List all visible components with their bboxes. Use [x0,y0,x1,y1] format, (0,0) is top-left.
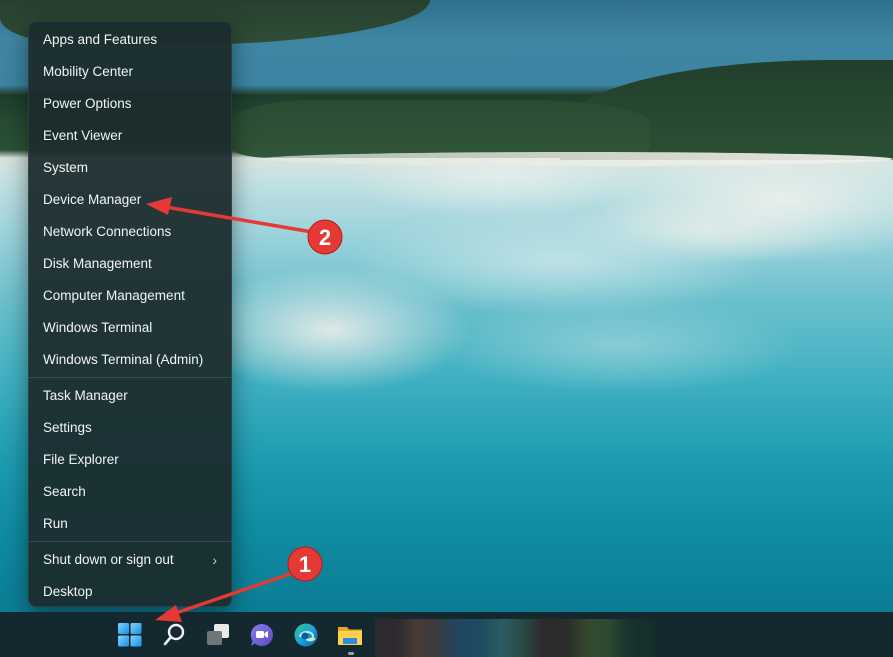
menu-item-windows-terminal-admin[interactable]: Windows Terminal (Admin) [29,344,231,376]
menu-item-label: Windows Terminal [43,320,153,335]
menu-item-label: Task Manager [43,388,128,403]
menu-separator [29,377,231,378]
windows-logo-icon [118,623,142,647]
menu-item-shut-down-or-sign-out[interactable]: Shut down or sign out › [29,544,231,576]
chat-button[interactable] [249,622,275,648]
edge-button[interactable] [293,622,319,648]
menu-item-apps-and-features[interactable]: Apps and Features [29,24,231,56]
menu-item-label: Desktop [43,584,93,599]
menu-item-mobility-center[interactable]: Mobility Center [29,56,231,88]
menu-item-computer-management[interactable]: Computer Management [29,280,231,312]
menu-item-system[interactable]: System [29,152,231,184]
wallpaper-beach [260,152,893,166]
teams-chat-icon [250,623,273,646]
menu-item-label: Network Connections [43,224,172,239]
menu-item-label: Device Manager [43,192,142,207]
menu-item-label: Computer Management [43,288,185,303]
start-button[interactable] [117,622,143,648]
folder-icon [338,627,362,645]
menu-item-disk-management[interactable]: Disk Management [29,248,231,280]
running-indicator [348,652,354,655]
menu-item-network-connections[interactable]: Network Connections [29,216,231,248]
menu-item-device-manager[interactable]: Device Manager [29,184,231,216]
task-view-icon [207,624,229,645]
menu-item-desktop[interactable]: Desktop [29,576,231,608]
task-view-button[interactable] [205,622,231,648]
menu-item-file-explorer[interactable]: File Explorer [29,444,231,476]
menu-item-label: Event Viewer [43,128,123,143]
menu-item-label: File Explorer [43,452,119,467]
chevron-right-icon: › [212,552,217,568]
menu-item-label: Apps and Features [43,32,158,47]
menu-item-label: Settings [43,420,92,435]
menu-item-label: Disk Management [43,256,152,271]
menu-item-task-manager[interactable]: Task Manager [29,380,231,412]
menu-item-settings[interactable]: Settings [29,412,231,444]
menu-separator [29,541,231,542]
menu-item-run[interactable]: Run [29,508,231,540]
menu-item-label: Power Options [43,96,132,111]
menu-item-search[interactable]: Search [29,476,231,508]
edge-browser-icon [294,623,318,647]
menu-item-event-viewer[interactable]: Event Viewer [29,120,231,152]
menu-item-windows-terminal[interactable]: Windows Terminal [29,312,231,344]
menu-item-label: Search [43,484,86,499]
menu-item-label: Windows Terminal (Admin) [43,352,204,367]
file-explorer-button[interactable] [337,622,363,648]
menu-item-label: Mobility Center [43,64,134,79]
menu-item-label: System [43,160,89,175]
menu-item-power-options[interactable]: Power Options [29,88,231,120]
search-icon [163,623,185,646]
wallpaper-island-middle [230,100,650,158]
menu-item-label: Shut down or sign out [43,552,174,567]
winx-context-menu: Apps and Features Mobility Center Power Op… [28,21,232,607]
menu-item-label: Run [43,516,68,531]
search-button[interactable] [161,622,187,648]
taskbar-pinned-apps-blurred [375,619,656,657]
